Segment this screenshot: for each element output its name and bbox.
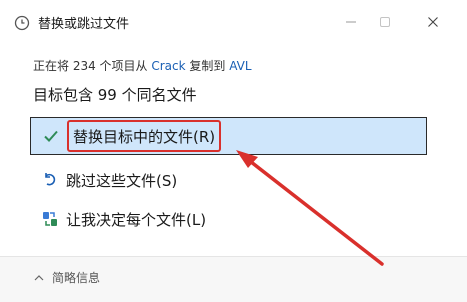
source-folder-link[interactable]: Crack <box>151 59 185 73</box>
decide-each-label: 让我决定每个文件(L) <box>66 210 207 229</box>
details-toggle-label: 简略信息 <box>52 271 101 285</box>
window-title: 替换或跳过文件 <box>38 17 130 32</box>
close-icon <box>428 17 438 27</box>
minimize-icon <box>346 21 356 23</box>
copy-info: 正在将 234 个项目从 Crack 复制到 AVL <box>33 57 252 74</box>
annotation-box: 替换目标中的文件(R) <box>67 120 222 152</box>
check-icon <box>41 126 61 146</box>
undo-arrow-icon <box>40 170 60 190</box>
maximize-button[interactable] <box>370 10 400 34</box>
copy-info-middle: 复制到 <box>185 59 230 73</box>
details-toggle[interactable]: 简略信息 <box>34 269 100 286</box>
clock-icon <box>14 15 30 31</box>
copy-info-prefix: 正在将 234 个项目从 <box>33 59 152 73</box>
conflict-heading: 目标包含 99 个同名文件 <box>33 86 197 104</box>
compare-files-icon <box>40 209 60 229</box>
skip-files-option[interactable]: 跳过这些文件(S) <box>30 161 427 199</box>
minimize-button[interactable] <box>336 10 366 34</box>
replace-files-label: 替换目标中的文件(R) <box>73 127 216 146</box>
replace-files-option[interactable]: 替换目标中的文件(R) <box>30 117 427 155</box>
footer: 简略信息 <box>0 257 467 302</box>
skip-files-label: 跳过这些文件(S) <box>66 171 178 190</box>
decide-each-option[interactable]: 让我决定每个文件(L) <box>30 200 427 238</box>
chevron-up-icon <box>34 274 44 280</box>
dest-folder-link[interactable]: AVL <box>229 59 251 73</box>
maximize-icon <box>380 17 390 27</box>
title-bar: 替换或跳过文件 <box>0 0 467 40</box>
close-button[interactable] <box>418 10 448 34</box>
